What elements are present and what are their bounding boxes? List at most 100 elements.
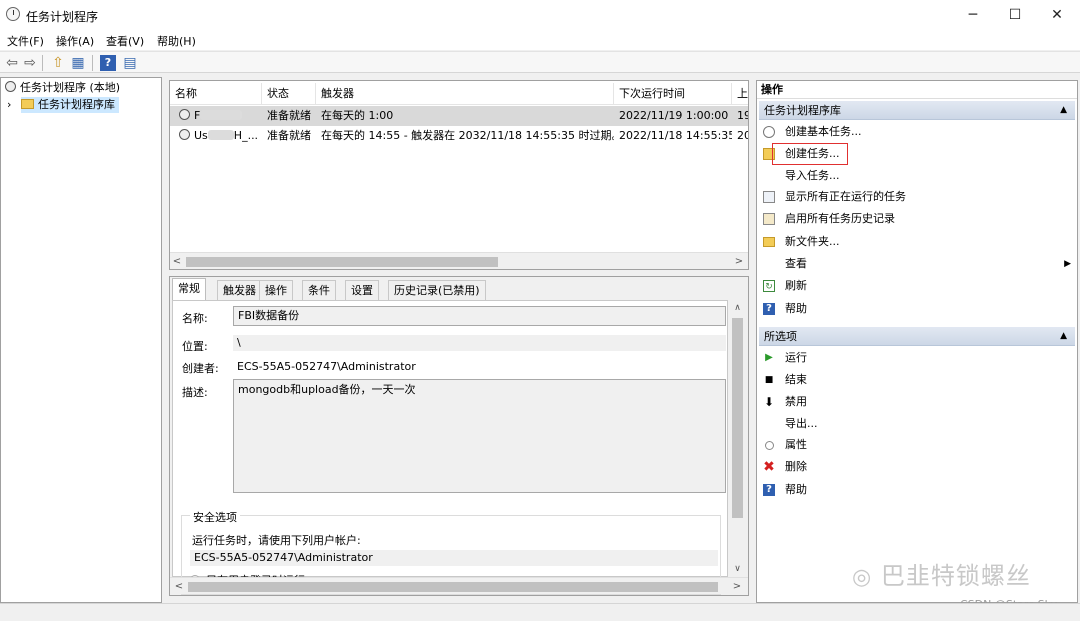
name-field[interactable]: FBI数据备份 xyxy=(233,306,726,326)
action-label: 禁用 xyxy=(785,395,807,408)
section-title: 任务计划程序库 xyxy=(764,104,841,117)
action-view[interactable]: 查看 ▶ xyxy=(761,254,1071,274)
table-row[interactable]: F 准备就绪 在每天的 1:00 2022/11/19 1:00:00 19 xyxy=(170,106,748,126)
down-arrow-icon: ⬇ xyxy=(763,395,775,409)
wechat-icon: ◎ xyxy=(852,565,873,590)
scroll-thumb[interactable] xyxy=(732,318,743,518)
column-header-name[interactable]: 名称 xyxy=(170,83,262,105)
action-disable[interactable]: ⬇ 禁用 xyxy=(761,392,1071,412)
clock-icon xyxy=(5,81,16,92)
collapse-icon[interactable]: ▲ xyxy=(1060,327,1067,346)
watermark-text: 巴韭特锁螺丝 xyxy=(880,562,1031,590)
scroll-left-button[interactable]: < xyxy=(172,578,186,595)
general-tab-content: 名称: FBI数据备份 位置: \ 创建者: ECS-55A5-052747\A… xyxy=(172,300,728,595)
tab-conditions[interactable]: 条件 xyxy=(302,280,336,300)
action-label: 删除 xyxy=(785,460,807,473)
action-new-folder[interactable]: 新文件夹... xyxy=(761,232,1071,252)
action-help[interactable]: ? 帮助 xyxy=(761,299,1071,319)
action-help-selected[interactable]: ? 帮助 xyxy=(761,480,1071,500)
show-pane-icon[interactable]: ▤ xyxy=(122,55,138,71)
scroll-right-button[interactable]: > xyxy=(732,253,746,269)
tab-settings[interactable]: 设置 xyxy=(345,280,379,300)
clock-icon xyxy=(763,126,775,138)
help-icon[interactable]: ? xyxy=(100,55,116,71)
view-grid-icon[interactable]: ▦ xyxy=(70,55,86,71)
name-label: 名称: xyxy=(182,312,208,325)
menu-action[interactable]: 操作(A) xyxy=(56,33,94,49)
menu-view[interactable]: 查看(V) xyxy=(106,33,144,49)
close-button[interactable]: ✕ xyxy=(1034,0,1080,30)
help-icon: ? xyxy=(763,303,775,315)
action-import-task[interactable]: 导入任务... xyxy=(761,166,1071,186)
clock-icon xyxy=(179,109,190,120)
tree-item-library[interactable]: 任务计划程序库 xyxy=(21,97,119,113)
section-task-library[interactable]: 任务计划程序库 ▲ xyxy=(759,101,1075,120)
watermark: ◎ 巴韭特锁螺丝 xyxy=(852,556,1031,591)
column-header-trigger[interactable]: 触发器 xyxy=(316,83,614,105)
task-trigger: 在每天的 14:55 - 触发器在 2032/11/18 14:55:35 时过… xyxy=(321,129,614,142)
tree-root[interactable]: 任务计划程序 (本地) xyxy=(5,80,120,96)
action-label: 导出... xyxy=(785,417,818,430)
section-selected-item[interactable]: 所选项 ▲ xyxy=(759,327,1075,346)
scroll-thumb[interactable] xyxy=(188,582,718,592)
action-refresh[interactable]: ↻ 刷新 xyxy=(761,276,1071,296)
action-label: 帮助 xyxy=(785,483,807,496)
clock-icon xyxy=(6,7,20,21)
maximize-button[interactable]: ☐ xyxy=(992,0,1038,30)
action-properties[interactable]: 属性 xyxy=(761,435,1071,455)
task-extra: 20 xyxy=(737,129,748,142)
back-arrow-icon[interactable]: ⇦ xyxy=(4,55,20,71)
action-label: 新文件夹... xyxy=(785,235,840,248)
tree-expander[interactable]: › xyxy=(7,97,11,113)
toolbar-separator xyxy=(92,55,93,71)
table-row[interactable]: Us H_... 准备就绪 在每天的 14:55 - 触发器在 2032/11/1… xyxy=(170,126,748,146)
action-label: 帮助 xyxy=(785,302,807,315)
toolbar-separator xyxy=(42,55,43,71)
action-label: 刷新 xyxy=(785,279,807,292)
action-label: 启用所有任务历史记录 xyxy=(785,212,895,225)
scroll-up-button[interactable]: ∧ xyxy=(729,300,746,316)
scroll-down-button[interactable]: ∨ xyxy=(729,561,746,577)
task-name: Us xyxy=(194,129,208,142)
action-label: 运行 xyxy=(785,351,807,364)
window-title: 任务计划程序 xyxy=(26,10,99,24)
tab-triggers[interactable]: 触发器 xyxy=(217,280,262,300)
minimize-button[interactable]: ─ xyxy=(950,0,996,30)
action-end[interactable]: ■ 结束 xyxy=(761,370,1071,390)
menu-file[interactable]: 文件(F) xyxy=(7,33,44,49)
horizontal-scrollbar[interactable]: < > xyxy=(170,252,748,269)
tab-history[interactable]: 历史记录(已禁用) xyxy=(388,280,486,300)
action-create-basic-task[interactable]: 创建基本任务... xyxy=(761,122,1071,142)
section-title: 所选项 xyxy=(764,330,797,343)
vertical-scrollbar[interactable]: ∧ ∨ xyxy=(729,300,746,577)
scroll-thumb[interactable] xyxy=(186,257,498,267)
task-name-suffix: H_... xyxy=(233,129,259,142)
scroll-left-button[interactable]: < xyxy=(170,253,184,269)
action-delete[interactable]: ✖ 删除 xyxy=(761,457,1071,477)
play-icon: ▶ xyxy=(765,352,773,363)
delete-x-icon: ✖ xyxy=(763,459,775,475)
clock-icon xyxy=(179,129,190,140)
task-next-run: 2022/11/18 14:55:35 xyxy=(619,129,732,142)
tab-actions[interactable]: 操作 xyxy=(259,280,293,300)
scroll-right-button[interactable]: > xyxy=(730,578,744,595)
action-show-running[interactable]: 显示所有正在运行的任务 xyxy=(761,187,1071,207)
action-enable-history[interactable]: 启用所有任务历史记录 xyxy=(761,209,1071,229)
collapse-icon[interactable]: ▲ xyxy=(1060,101,1067,120)
tree-root-label: 任务计划程序 (本地) xyxy=(20,81,121,94)
description-field[interactable]: mongodb和upload备份，一天一次 xyxy=(233,379,726,493)
task-detail-pane: 常规 触发器 操作 条件 设置 历史记录(已禁用) 名称: FBI数据备份 位置… xyxy=(169,276,749,596)
horizontal-scrollbar[interactable]: < > xyxy=(170,577,748,594)
column-header-next-run[interactable]: 下次运行时间 xyxy=(614,83,732,105)
up-folder-icon[interactable]: ⇧ xyxy=(50,55,66,71)
menu-bar: 文件(F) 操作(A) 查看(V) 帮助(H) xyxy=(0,30,1080,50)
column-header-last[interactable]: 上 xyxy=(732,83,748,105)
action-export[interactable]: 导出... xyxy=(761,414,1071,434)
action-label: 导入任务... xyxy=(785,169,840,182)
action-label: 查看 xyxy=(785,257,807,270)
menu-help[interactable]: 帮助(H) xyxy=(157,33,196,49)
tab-general[interactable]: 常规 xyxy=(172,278,206,301)
column-header-status[interactable]: 状态 xyxy=(262,83,316,105)
action-run[interactable]: ▶ 运行 xyxy=(761,348,1071,368)
forward-arrow-icon[interactable]: ⇨ xyxy=(22,55,38,71)
